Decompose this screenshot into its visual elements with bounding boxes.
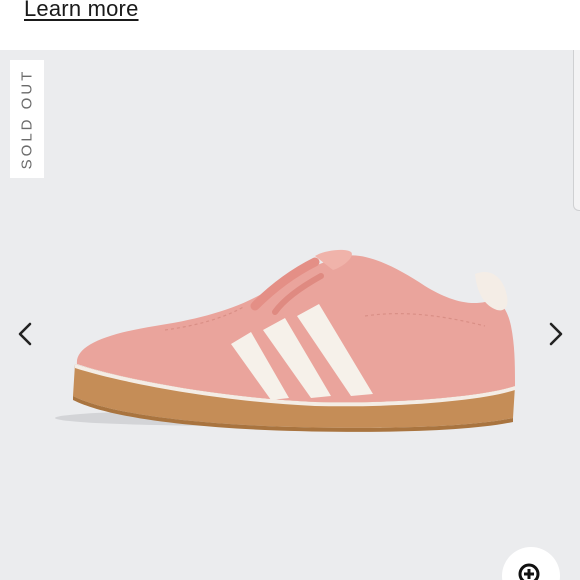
product-image — [55, 249, 515, 432]
sold-out-label: SOLD OUT — [18, 68, 36, 170]
next-image-button[interactable] — [543, 320, 567, 348]
product-image-gallery[interactable]: SOLD OUT — [0, 50, 580, 580]
sold-out-badge: SOLD OUT — [10, 60, 44, 178]
top-bar: Learn more — [0, 0, 580, 50]
zoom-button[interactable] — [502, 547, 560, 580]
chevron-left-icon — [18, 322, 32, 346]
scrollbar[interactable] — [573, 50, 580, 211]
chevron-right-icon — [549, 322, 563, 346]
zoom-in-icon — [518, 563, 540, 580]
learn-more-link[interactable]: Learn more — [24, 0, 139, 22]
previous-image-button[interactable] — [14, 320, 38, 348]
